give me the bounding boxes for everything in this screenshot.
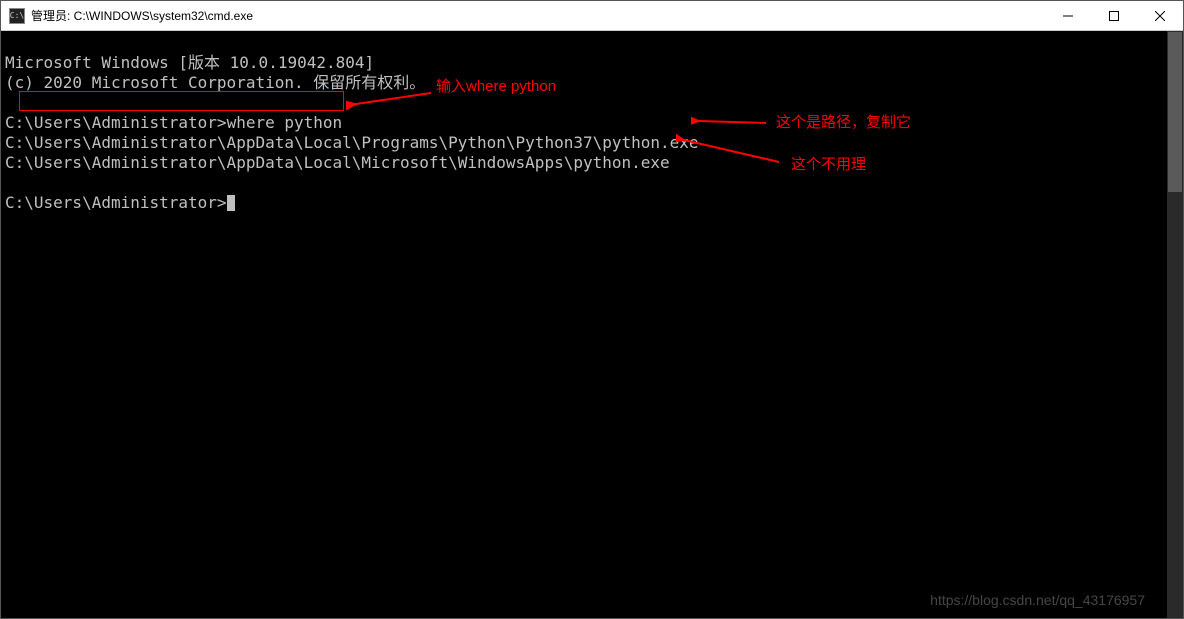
prompt-text: C:\Users\Administrator> bbox=[5, 193, 227, 212]
terminal-line bbox=[5, 93, 1163, 113]
scrollbar-thumb[interactable] bbox=[1168, 32, 1182, 192]
terminal-output-line: C:\Users\Administrator\AppData\Local\Pro… bbox=[5, 133, 1163, 153]
terminal-content[interactable]: Microsoft Windows [版本 10.0.19042.804](c)… bbox=[1, 31, 1167, 618]
titlebar[interactable]: C:\ 管理员: C:\WINDOWS\system32\cmd.exe bbox=[1, 1, 1183, 31]
terminal-output-line: C:\Users\Administrator\AppData\Local\Mic… bbox=[5, 153, 1163, 173]
terminal-line bbox=[5, 173, 1163, 193]
cursor bbox=[227, 195, 235, 211]
terminal-area: Microsoft Windows [版本 10.0.19042.804](c)… bbox=[1, 31, 1183, 618]
close-button[interactable] bbox=[1137, 1, 1183, 30]
watermark: https://blog.csdn.net/qq_43176957 bbox=[930, 590, 1145, 610]
terminal-line: (c) 2020 Microsoft Corporation. 保留所有权利。 bbox=[5, 73, 1163, 93]
minimize-button[interactable] bbox=[1045, 1, 1091, 30]
window-title: 管理员: C:\WINDOWS\system32\cmd.exe bbox=[31, 7, 1045, 24]
window-controls bbox=[1045, 1, 1183, 30]
terminal-line: Microsoft Windows [版本 10.0.19042.804] bbox=[5, 53, 1163, 73]
cmd-icon: C:\ bbox=[9, 8, 25, 24]
terminal-prompt-line: C:\Users\Administrator>where python bbox=[5, 113, 1163, 133]
prompt-command: where python bbox=[227, 113, 343, 132]
prompt-path: \Users\Administrator> bbox=[24, 113, 226, 132]
maximize-button[interactable] bbox=[1091, 1, 1137, 30]
cmd-window: C:\ 管理员: C:\WINDOWS\system32\cmd.exe Mic… bbox=[0, 0, 1184, 619]
terminal-prompt-line: C:\Users\Administrator> bbox=[5, 193, 1163, 213]
prompt-drive: C: bbox=[5, 113, 24, 132]
scrollbar[interactable] bbox=[1167, 31, 1183, 618]
